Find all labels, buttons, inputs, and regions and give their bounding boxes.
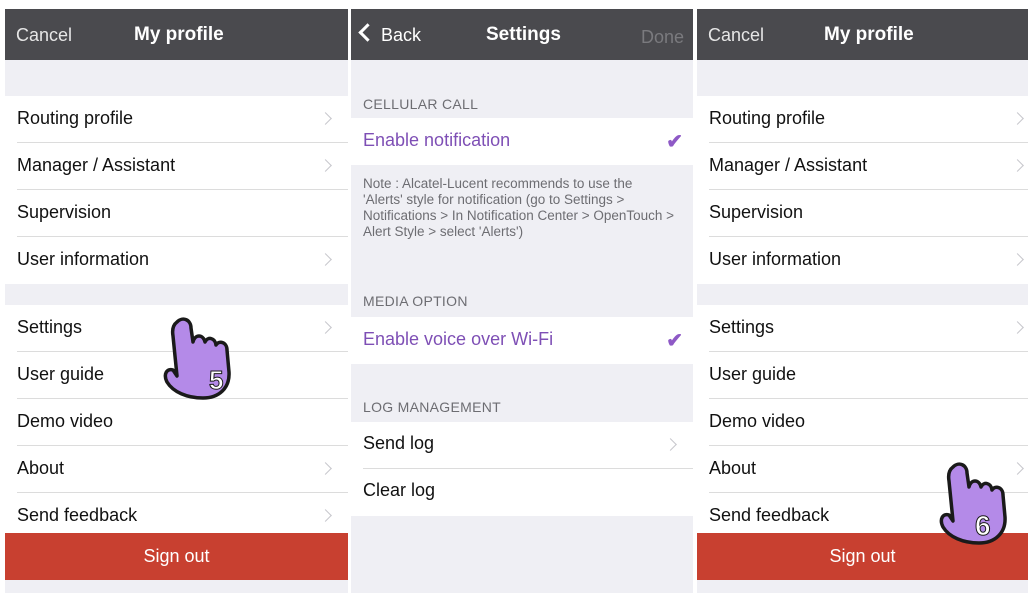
supervision-item[interactable]: Supervision bbox=[5, 190, 348, 237]
supervision-item[interactable]: Supervision bbox=[697, 190, 1028, 237]
tap-hand-icon: 6 bbox=[939, 462, 1007, 545]
chevron-right-icon bbox=[319, 159, 332, 172]
chevron-right-icon bbox=[1011, 253, 1024, 266]
settings-screen: Back Settings Done CELLULAR CALL Enable … bbox=[351, 9, 693, 593]
user-information-item[interactable]: User information bbox=[697, 237, 1028, 284]
enable-voice-wifi-label: Enable voice over Wi-Fi bbox=[363, 329, 554, 349]
cancel-button[interactable]: Cancel bbox=[708, 25, 764, 46]
send-feedback-label: Send feedback bbox=[709, 505, 830, 525]
chevron-right-icon bbox=[319, 112, 332, 125]
user-guide-label: User guide bbox=[17, 364, 105, 384]
chevron-right-icon bbox=[319, 321, 332, 334]
manager-assistant-label: Manager / Assistant bbox=[709, 155, 868, 175]
my-profile-screen-left: Cancel My profile Routing profile Manage… bbox=[5, 9, 348, 593]
user-information-item[interactable]: User information bbox=[5, 237, 348, 284]
user-guide-label: User guide bbox=[709, 364, 797, 384]
chevron-right-icon bbox=[1011, 159, 1024, 172]
step-number: 5 bbox=[209, 365, 223, 395]
demo-video-label: Demo video bbox=[709, 411, 806, 431]
user-information-label: User information bbox=[17, 249, 150, 269]
supervision-label: Supervision bbox=[709, 202, 804, 222]
chevron-left-icon bbox=[358, 23, 377, 42]
settings-label: Settings bbox=[17, 317, 83, 337]
tap-hand-icon: 5 bbox=[163, 317, 231, 400]
log-management-header: LOG MANAGEMENT bbox=[363, 399, 501, 415]
sign-out-button[interactable]: Sign out bbox=[5, 533, 348, 580]
about-label: About bbox=[709, 458, 757, 478]
done-button[interactable]: Done bbox=[641, 27, 684, 48]
routing-profile-label: Routing profile bbox=[709, 108, 826, 128]
about-label: About bbox=[17, 458, 65, 478]
demo-video-item[interactable]: Demo video bbox=[5, 399, 348, 446]
media-option-header: MEDIA OPTION bbox=[363, 293, 468, 309]
routing-profile-item[interactable]: Routing profile bbox=[697, 96, 1028, 143]
navbar: Cancel My profile bbox=[5, 9, 348, 60]
my-profile-screen-right: Cancel My profile Routing profile Manage… bbox=[697, 9, 1028, 593]
page-title: My profile bbox=[134, 24, 224, 45]
chevron-right-icon bbox=[1011, 112, 1024, 125]
settings-item[interactable]: Settings bbox=[697, 305, 1028, 352]
media-option-group: Enable voice over Wi-Fi ✔ bbox=[351, 317, 693, 364]
cancel-button[interactable]: Cancel bbox=[16, 25, 72, 46]
navbar: Back Settings Done bbox=[351, 9, 693, 60]
routing-profile-label: Routing profile bbox=[17, 108, 134, 128]
demo-video-item[interactable]: Demo video bbox=[697, 399, 1028, 446]
enable-voice-wifi-toggle[interactable]: Enable voice over Wi-Fi ✔ bbox=[351, 317, 693, 364]
clear-log-label: Clear log bbox=[363, 480, 436, 500]
send-log-label: Send log bbox=[363, 433, 435, 453]
page-title: My profile bbox=[824, 24, 914, 45]
manager-assistant-label: Manager / Assistant bbox=[17, 155, 176, 175]
navbar: Cancel My profile bbox=[697, 9, 1028, 60]
checkmark-icon: ✔ bbox=[666, 131, 683, 153]
supervision-label: Supervision bbox=[17, 202, 112, 222]
chevron-right-icon bbox=[664, 438, 677, 451]
cellular-call-group: Enable notification ✔ bbox=[351, 118, 693, 165]
checkmark-icon: ✔ bbox=[666, 330, 683, 352]
user-information-label: User information bbox=[709, 249, 842, 269]
manager-assistant-item[interactable]: Manager / Assistant bbox=[697, 143, 1028, 190]
about-item[interactable]: About bbox=[5, 446, 348, 493]
chevron-right-icon bbox=[319, 509, 332, 522]
cellular-call-header: CELLULAR CALL bbox=[363, 96, 479, 112]
demo-video-label: Demo video bbox=[17, 411, 114, 431]
routing-profile-item[interactable]: Routing profile bbox=[5, 96, 348, 143]
step-number: 6 bbox=[975, 510, 991, 541]
send-log-item[interactable]: Send log bbox=[351, 422, 693, 469]
chevron-right-icon bbox=[1011, 321, 1024, 334]
enable-notification-toggle[interactable]: Enable notification ✔ bbox=[351, 118, 693, 165]
back-button[interactable]: Back bbox=[381, 25, 421, 46]
log-management-group: Send log Clear log bbox=[351, 422, 693, 516]
chevron-right-icon bbox=[319, 253, 332, 266]
chevron-right-icon bbox=[319, 462, 332, 475]
user-guide-item[interactable]: User guide bbox=[697, 352, 1028, 399]
sign-out-label: Sign out bbox=[143, 546, 210, 566]
page-title: Settings bbox=[486, 24, 561, 45]
send-feedback-label: Send feedback bbox=[17, 505, 138, 525]
sign-out-label: Sign out bbox=[829, 546, 896, 566]
profile-group-1: Routing profile Manager / Assistant Supe… bbox=[697, 96, 1028, 284]
clear-log-item[interactable]: Clear log bbox=[351, 469, 693, 516]
notification-note: Note : Alcatel-Lucent recommends to use … bbox=[363, 176, 675, 239]
profile-group-1: Routing profile Manager / Assistant Supe… bbox=[5, 96, 348, 284]
settings-label: Settings bbox=[709, 317, 775, 337]
enable-notification-label: Enable notification bbox=[363, 130, 511, 150]
manager-assistant-item[interactable]: Manager / Assistant bbox=[5, 143, 348, 190]
